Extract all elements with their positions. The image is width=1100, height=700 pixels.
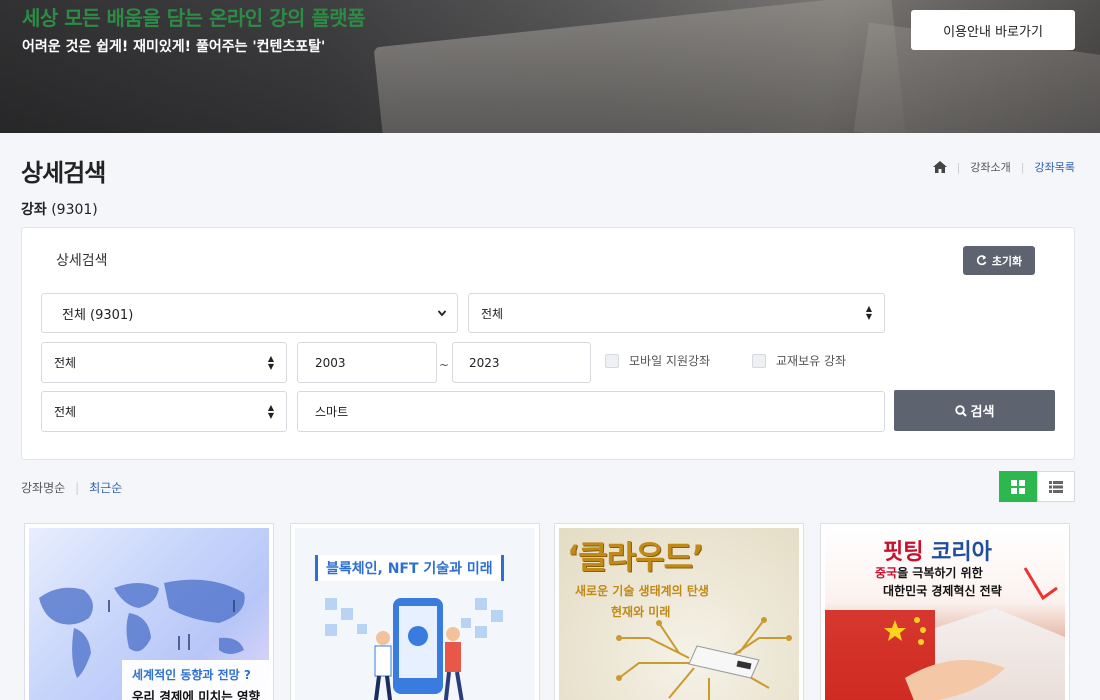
year-to-input[interactable]: 2023 — [452, 342, 591, 383]
mobile-course-checkbox[interactable]: 모바일 지원강좌 — [605, 352, 710, 369]
banner-title: 세상 모든 배움을 담는 온라인 강의 플랫폼 — [22, 6, 366, 30]
card-subtitle-line-1: 새로운 기술 생태계의 탄생 — [575, 584, 709, 598]
card-subtitle-rest: 을 극복하기 위한 — [897, 566, 983, 580]
subcategory-select[interactable]: 전체 ▲ ▼ — [468, 293, 885, 333]
sort-options: 강좌명순 | 최근순 — [21, 479, 122, 496]
category-select[interactable]: 전체 (9301) — [41, 293, 458, 333]
card-subtitle-highlight: 중국 — [875, 566, 898, 580]
textbook-course-checkbox[interactable]: 교재보유 강좌 — [752, 352, 846, 369]
type-select[interactable]: 전체 ▲ ▼ — [41, 342, 287, 383]
card-title-red: 핏팅 — [883, 540, 924, 565]
keyword-input[interactable]: 스마트 — [297, 391, 885, 432]
refresh-icon — [976, 255, 987, 266]
year-to-value: 2023 — [469, 355, 500, 370]
card-caption-line-2: 우리 경제에 미치는 영향 — [132, 689, 261, 700]
course-card[interactable]: 핏팅 코리아 중국을 극복하기 위한 대한민국 경제혁신 전략 — [820, 523, 1070, 700]
card-title-cloud: ‘클라우드’ — [567, 538, 704, 576]
list-view-button[interactable] — [1037, 471, 1075, 502]
search-button-label: 검색 — [970, 405, 995, 420]
course-thumbnail[interactable]: 핏팅 코리아 중국을 극복하기 위한 대한민국 경제혁신 전략 — [825, 528, 1065, 700]
checkbox-box[interactable] — [605, 353, 619, 368]
grid-icon — [1011, 479, 1025, 494]
banner-subtitle: 어려운 것은 쉽게! 재미있게! 풀어주는 '컨텐츠포탈' — [22, 39, 326, 55]
list-icon — [1049, 480, 1063, 493]
reset-button[interactable]: 초기화 — [963, 246, 1035, 275]
home-icon[interactable] — [932, 161, 947, 173]
sort-arrows-icon: ▲ ▼ — [267, 353, 274, 371]
category-select-value: 전체 (9301) — [62, 307, 134, 323]
type-select-value: 전체 — [54, 356, 77, 370]
course-count-label: 강좌 — [21, 202, 47, 218]
course-thumbnail[interactable]: ‘클라우드’ 새로운 기술 생태계의 탄생 현재와 미래 — [559, 528, 799, 700]
card-caption: 세계적인 동향과 전망 ? 우리 경제에 미치는 영향 — [122, 660, 269, 700]
card-headline: 블록체인, NFT 기술과 미래 — [315, 555, 504, 581]
sort-by-name[interactable]: 강좌명순 — [21, 479, 65, 496]
grid-view-button[interactable] — [999, 471, 1037, 502]
field-select[interactable]: 전체 ▲ ▼ — [41, 391, 287, 432]
course-card[interactable]: 세계적인 동향과 전망 ? 우리 경제에 미치는 영향 — [24, 523, 274, 700]
guide-button[interactable]: 이용안내 바로가기 — [911, 10, 1075, 50]
course-thumbnail[interactable]: 블록체인, NFT 기술과 미래 — [295, 528, 535, 700]
breadcrumb-item-course-intro[interactable]: 강좌소개 — [970, 159, 1010, 175]
card-subtitle-line-2: 현재와 미래 — [611, 605, 671, 619]
card-title-blue: 코리아 — [923, 540, 992, 565]
textbook-course-label: 교재보유 강좌 — [776, 354, 847, 368]
mobile-course-label: 모바일 지원강좌 — [629, 354, 711, 368]
year-from-input[interactable]: 2003 — [297, 342, 437, 383]
view-toggle — [999, 471, 1075, 502]
page-title: 상세검색 — [21, 159, 106, 187]
breadcrumb: | 강좌소개 | 강좌목록 — [932, 159, 1075, 175]
checkbox-box[interactable] — [752, 353, 766, 368]
search-button[interactable]: 검색 — [894, 390, 1055, 431]
blockchain-illustration — [325, 598, 503, 700]
field-select-value: 전체 — [54, 405, 77, 419]
range-separator: ~ — [439, 358, 450, 372]
card-title: 핏팅 코리아 — [883, 534, 992, 566]
sort-by-recent[interactable]: 최근순 — [89, 479, 122, 496]
keyword-value: 스마트 — [315, 405, 349, 419]
sort-arrows-icon: ▲ ▼ — [865, 304, 872, 321]
search-icon — [954, 404, 967, 417]
search-panel-title: 상세검색 — [56, 253, 108, 269]
course-count-value: (9301) — [51, 202, 98, 218]
course-thumbnail[interactable]: 세계적인 동향과 전망 ? 우리 경제에 미치는 영향 — [29, 528, 269, 700]
subcategory-select-value: 전체 — [481, 306, 504, 321]
breadcrumb-separator: | — [1020, 160, 1025, 174]
course-card[interactable]: ‘클라우드’ 새로운 기술 생태계의 탄생 현재와 미래 — [554, 523, 804, 700]
hero-banner: 세상 모든 배움을 담는 온라인 강의 플랫폼 어려운 것은 쉽게! 재미있게!… — [0, 0, 1100, 133]
card-subtitle-line-2: 대한민국 경제혁신 전략 — [883, 584, 1002, 598]
sort-separator: | — [75, 480, 80, 495]
breadcrumb-separator: | — [956, 160, 961, 174]
card-subtitle-line-1: 중국을 극복하기 위한 — [875, 564, 983, 581]
breadcrumb-item-course-list[interactable]: 강좌목록 — [1035, 159, 1075, 175]
course-count: 강좌 (9301) — [21, 199, 98, 219]
reset-button-label: 초기화 — [991, 254, 1023, 268]
sort-arrows-icon: ▲ ▼ — [267, 402, 274, 420]
year-from-value: 2003 — [315, 355, 346, 370]
search-panel: 상세검색 초기화 전체 (9301) 전체 ▲ ▼ 전체 ▲ ▼ 2003 ~ 20… — [21, 227, 1075, 460]
course-card[interactable]: 블록체인, NFT 기술과 미래 — [290, 523, 540, 700]
card-caption-line-1: 세계적인 동향과 전망 ? — [132, 668, 251, 682]
chevron-down-icon — [437, 310, 447, 317]
